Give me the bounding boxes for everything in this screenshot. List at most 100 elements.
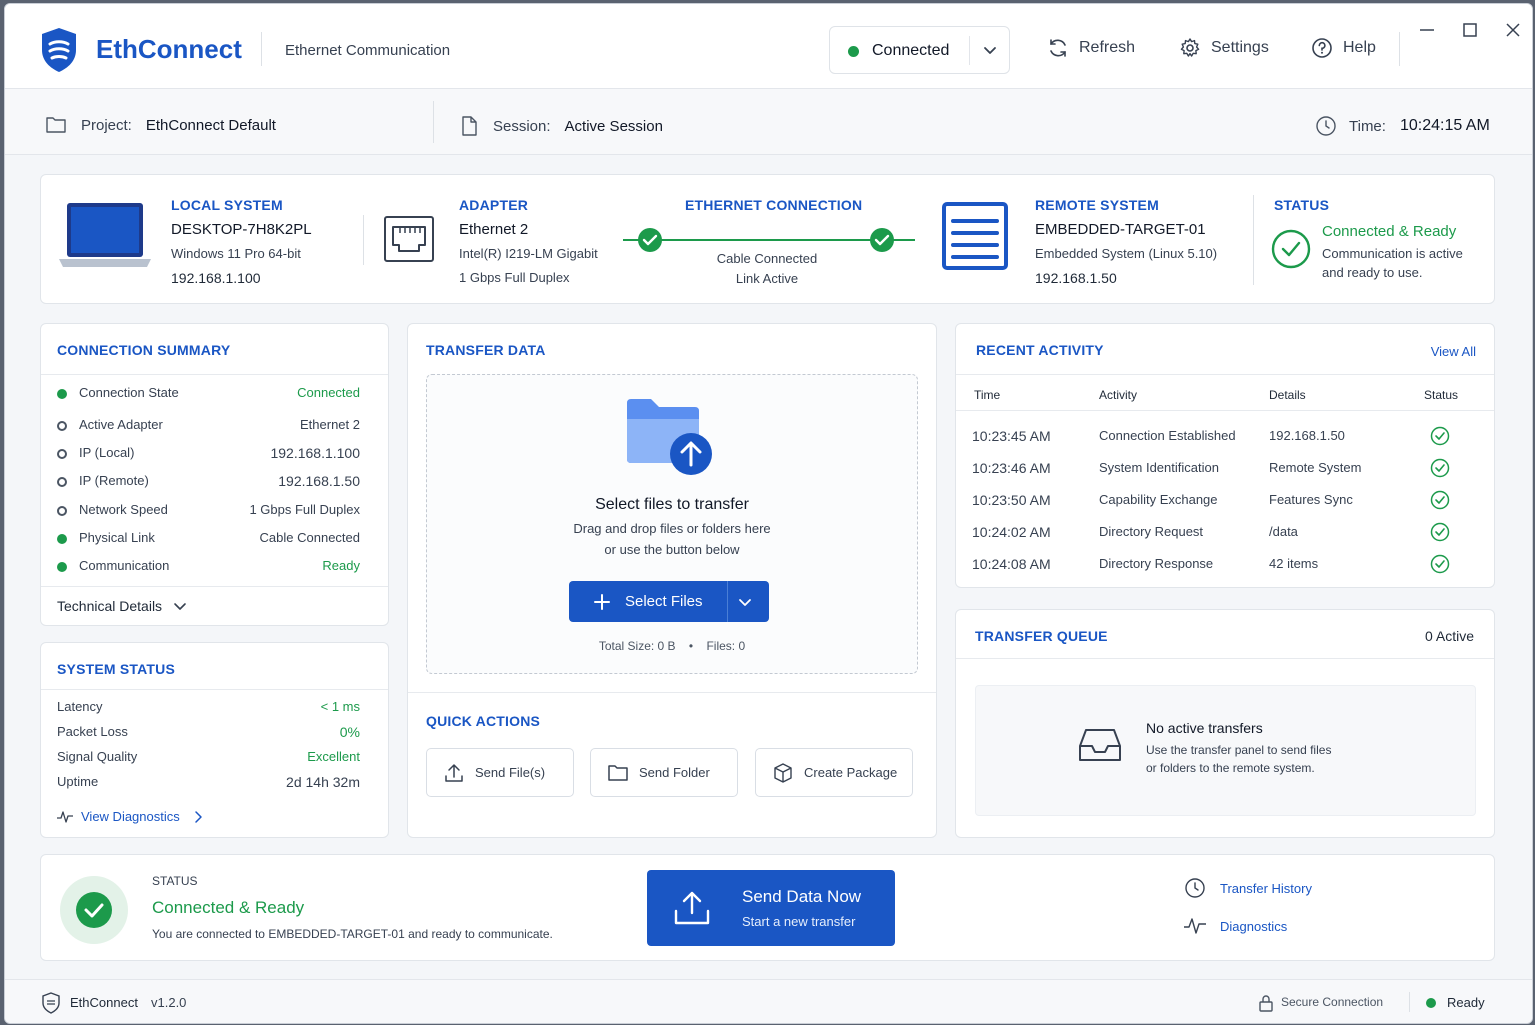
file-drop-zone[interactable]: Select files to transfer Drag and drop f… <box>426 374 918 674</box>
minimize-icon[interactable] <box>1415 18 1439 42</box>
cable-state: Cable Connected <box>716 251 818 266</box>
status-bar: EthConnect v1.2.0 Secure Connection Read… <box>5 979 1532 1023</box>
pulse-icon <box>1184 918 1206 934</box>
success-check-icon <box>1430 490 1450 510</box>
remote-hostname: EMBEDDED-TARGET-01 <box>1035 221 1206 238</box>
adapter-speed: 1 Gbps Full Duplex <box>459 270 570 285</box>
title-bar: EthConnect Ethernet Communication Connec… <box>5 4 1532 89</box>
transfer-data-panel: TRANSFER DATA Select files to transfer D… <box>407 323 937 838</box>
queue-empty-line2: or folders to the remote system. <box>1146 761 1315 775</box>
table-row[interactable]: 10:23:46 AM System Identification Remote… <box>956 452 1494 484</box>
folder-upload-icon <box>627 399 712 475</box>
connected-dot-icon <box>848 46 859 57</box>
settings-button[interactable]: Settings <box>1179 37 1269 59</box>
time-label: Time: <box>1349 117 1386 135</box>
view-diagnostics-link[interactable]: View Diagnostics <box>57 809 204 824</box>
send-files-button[interactable]: Send File(s) <box>426 748 574 797</box>
bottom-status-message: You are connected to EMBEDDED-TARGET-01 … <box>152 927 553 941</box>
project-name: EthConnect Default <box>145 116 276 134</box>
technical-details-toggle[interactable]: Technical Details <box>57 598 188 614</box>
chevron-down-icon <box>174 603 186 610</box>
send-folder-button[interactable]: Send Folder <box>590 748 738 797</box>
create-package-button[interactable]: Create Package <box>755 748 913 797</box>
chevron-down-icon[interactable] <box>980 40 1000 60</box>
laptop-icon <box>59 203 151 267</box>
transfer-totals: Total Size: 0 B • Files: 0 <box>598 639 746 653</box>
summary-row: IP (Remote) 192.168.1.50 <box>57 473 360 493</box>
table-row[interactable]: 10:24:08 AM Directory Response 42 items <box>956 548 1494 580</box>
ring-dot-icon <box>57 421 67 431</box>
statusbar-version: v1.2.0 <box>151 995 187 1010</box>
success-check-icon <box>1430 522 1450 542</box>
adapter-name: Ethernet 2 <box>459 221 529 238</box>
summary-row: Connection State Connected <box>57 385 360 405</box>
current-time: 10:24:15 AM <box>1399 117 1490 134</box>
table-row[interactable]: 10:23:45 AM Connection Established 192.1… <box>956 420 1494 452</box>
shield-logo-icon <box>42 28 76 72</box>
transfer-history-link[interactable]: Transfer History <box>1184 877 1312 899</box>
remote-ip: 192.168.1.50 <box>1035 270 1117 286</box>
folder-icon <box>46 117 66 133</box>
overview-status-line1: Communication is active <box>1322 246 1463 261</box>
title-divider <box>261 32 262 66</box>
ring-dot-icon <box>57 506 67 516</box>
recent-activity-title: RECENT ACTIVITY <box>976 342 1104 358</box>
status-check-icon <box>1271 229 1311 269</box>
table-row[interactable]: 10:24:02 AM Directory Request /data <box>956 516 1494 548</box>
refresh-button[interactable]: Refresh <box>1047 37 1135 59</box>
recent-activity-panel: RECENT ACTIVITY View All Time Activity D… <box>955 323 1495 588</box>
pulse-icon <box>57 810 73 823</box>
project-info: Project: EthConnect Default <box>45 115 276 135</box>
status-dot-icon <box>57 389 67 399</box>
refresh-icon <box>1050 39 1066 57</box>
status-row: Latency < 1 ms <box>57 699 360 714</box>
drop-hint-2: or use the button below <box>604 542 740 557</box>
session-name: Active Session <box>564 117 663 135</box>
send-data-title: Send Data Now <box>742 887 862 906</box>
app-name: EthConnect <box>96 34 242 64</box>
chevron-down-icon[interactable] <box>737 594 753 610</box>
send-data-now-button[interactable]: Send Data Now Start a new transfer <box>647 870 895 946</box>
settings-label: Settings <box>1211 39 1269 56</box>
help-label: Help <box>1343 39 1376 56</box>
queue-count: 0 Active <box>1424 628 1474 644</box>
gear-icon <box>1180 38 1200 57</box>
local-hostname: DESKTOP-7H8K2PL <box>171 221 312 238</box>
folder-icon <box>608 764 628 781</box>
maximize-icon[interactable] <box>1458 18 1482 42</box>
statusbar-app-name: EthConnect <box>70 995 138 1010</box>
diagnostics-link[interactable]: Diagnostics <box>1184 917 1287 935</box>
local-os: Windows 11 Pro 64-bit <box>171 246 301 261</box>
transfer-queue-panel: TRANSFER QUEUE 0 Active No active transf… <box>955 609 1495 838</box>
summary-row: Active Adapter Ethernet 2 <box>57 417 360 437</box>
connection-dropdown[interactable]: Connected <box>829 26 1010 74</box>
col-activity: Activity <box>1099 388 1138 402</box>
bottom-status-state: Connected & Ready <box>152 898 305 917</box>
ready-label: Ready <box>1447 995 1485 1010</box>
status-row: Signal Quality Excellent <box>57 749 360 764</box>
help-button[interactable]: Help <box>1311 37 1376 59</box>
connection-state-label: Connected <box>872 42 950 59</box>
system-status-panel: SYSTEM STATUS Latency < 1 ms Packet Loss… <box>40 642 389 838</box>
inbox-icon <box>1079 729 1121 761</box>
help-icon <box>1312 38 1332 58</box>
local-system-title: LOCAL SYSTEM <box>171 197 283 213</box>
summary-row: Communication Ready <box>57 558 360 578</box>
transfer-queue-title: TRANSFER QUEUE <box>975 628 1108 644</box>
project-info-bar: Project: EthConnect Default Session: Act… <box>5 89 1532 155</box>
success-check-icon <box>1430 458 1450 478</box>
queue-empty-line1: Use the transfer panel to send files <box>1146 743 1332 757</box>
overview-status-title: STATUS <box>1274 197 1330 213</box>
connection-overview: LOCAL SYSTEM DESKTOP-7H8K2PL Windows 11 … <box>40 174 1495 304</box>
secure-connection-label: Secure Connection <box>1281 995 1384 1009</box>
success-badge-icon <box>60 876 128 944</box>
col-time: Time <box>974 388 1001 402</box>
close-icon[interactable] <box>1501 18 1525 42</box>
bottom-status-label: STATUS <box>152 874 198 888</box>
view-all-link[interactable]: View All <box>1431 344 1476 359</box>
ring-dot-icon <box>57 477 67 487</box>
package-icon <box>774 762 792 783</box>
local-ip: 192.168.1.100 <box>171 270 261 286</box>
select-files-button[interactable]: Select Files <box>569 581 769 622</box>
table-row[interactable]: 10:23:50 AM Capability Exchange Features… <box>956 484 1494 516</box>
